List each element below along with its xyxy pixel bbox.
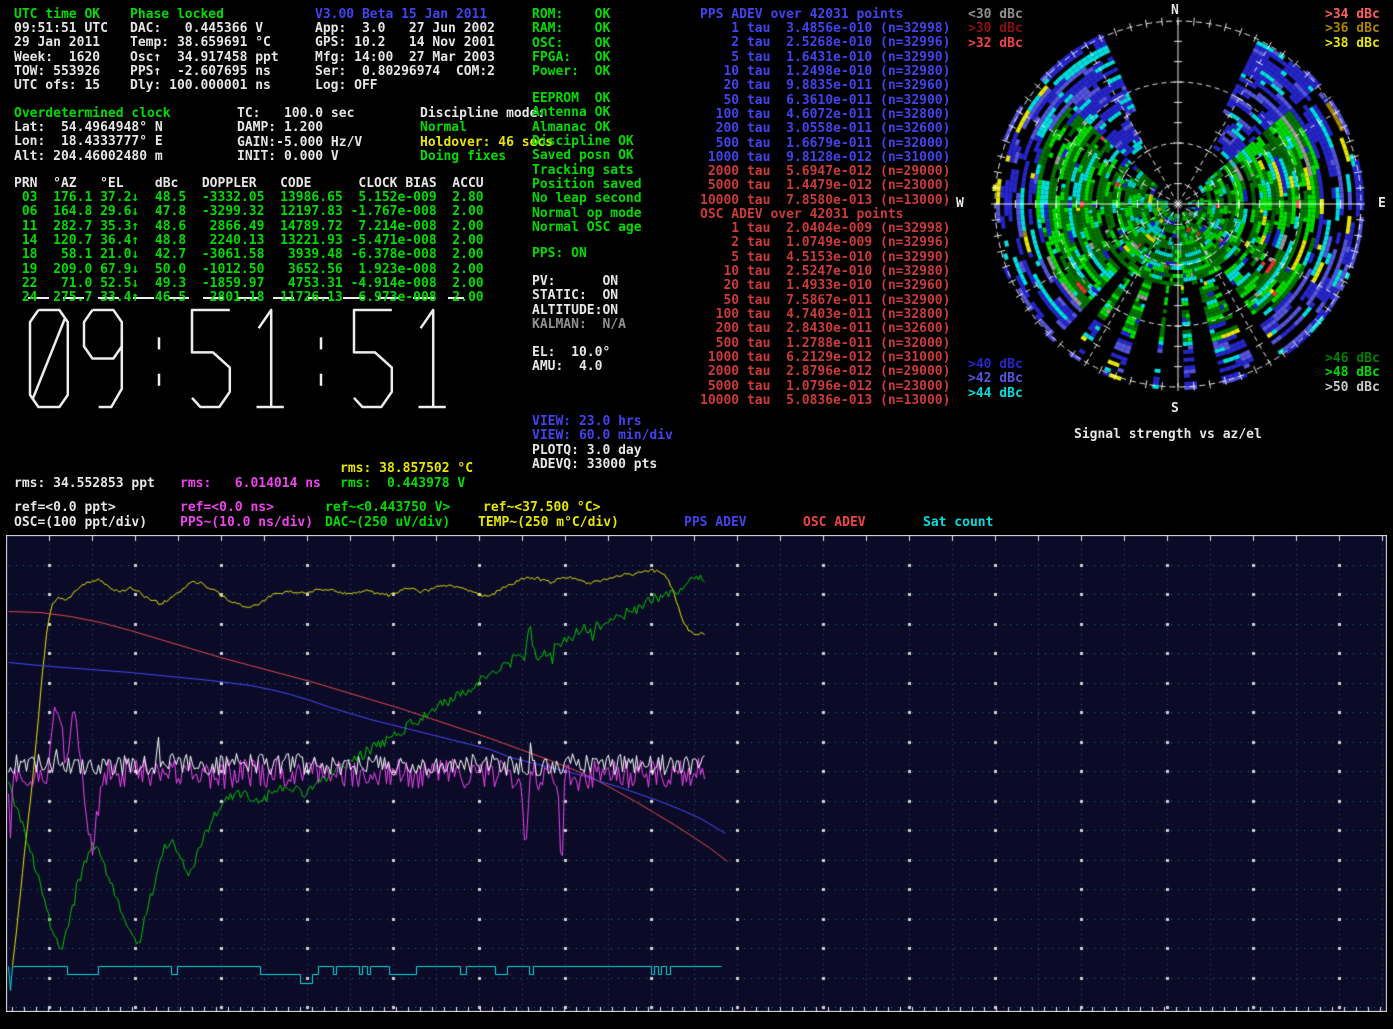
clock-digit-stroke	[354, 310, 392, 407]
pps-state: PPS: ON	[532, 247, 587, 261]
ref-dac: ref~<0.443750 V>	[325, 501, 450, 515]
strip-chart	[6, 535, 1387, 1012]
self-test-status: ROM: OK RAM: OK OSC: OK FPGA: OK Power: …	[532, 8, 610, 80]
clock-digit-stroke	[421, 310, 434, 407]
sat-table-rows: 03 176.1 37.2↓ 48.5 -3332.05 13986.65 5.…	[14, 191, 484, 306]
compass-north: N	[1171, 4, 1179, 18]
discipline-mode-value: Normal	[420, 121, 467, 135]
dbc-legend-gt42: >42 dBc	[968, 372, 1023, 386]
compass-west: W	[956, 197, 964, 211]
rms-osc: rms: 34.552853 ppt	[14, 477, 155, 491]
rms-dac: rms: 0.443978 V	[340, 477, 465, 491]
position-info: Lat: 54.4964948° N Lon: 18.4333777° E Al…	[14, 121, 163, 164]
utc-info: 09:51:51 UTC 29 Jan 2011 Week: 1620 TOW:…	[14, 22, 108, 94]
scale-temp: TEMP~(250 m°C/div)	[478, 516, 619, 530]
compass-south: S	[1171, 402, 1179, 416]
scale-dac: DAC~(250 uV/div)	[325, 516, 450, 530]
rms-pps: rms: 6.014014 ns	[180, 477, 321, 491]
ref-temp: ref~<37.500 °C>	[483, 501, 600, 515]
phase-info: DAC: 0.445366 V Temp: 38.659691 °C Osc↑ …	[130, 22, 279, 94]
dbc-legend-gt38: >38 dBc	[1325, 37, 1380, 51]
pps-adev-rows-long-tau: 2000 tau 5.6947e-012 (n=29000) 5000 tau …	[700, 165, 950, 208]
clock-digit-stroke	[259, 310, 272, 407]
kalman-state: KALMAN: N/A	[532, 318, 626, 332]
rms-temp: rms: 38.857502 °C	[340, 462, 473, 476]
clock-digit-stroke	[33, 319, 65, 399]
legend-pps-adev: PPS ADEV	[684, 516, 747, 530]
dbc-legend-gt44: >44 dBc	[968, 387, 1023, 401]
lady-heather-monitor-screen: UTC time OK09:51:51 UTC 29 Jan 2011 Week…	[0, 0, 1393, 1029]
digital-clock	[24, 294, 472, 414]
ref-pps: ref=<0.0 ns>	[180, 501, 274, 515]
ref-osc: ref=<0.0 ppt>	[14, 501, 116, 515]
version-info: App: 3.0 27 Jun 2002 GPS: 10.2 14 Nov 20…	[315, 22, 495, 94]
dbc-legend-gt36: >36 dBc	[1325, 22, 1380, 36]
el-amu-masks: EL: 10.0° AMU: 4.0	[532, 346, 610, 375]
polar-caption: Signal strength vs az/el	[1074, 428, 1262, 442]
filter-states: PV: ON STATIC: ON ALTITUDE:ON	[532, 275, 618, 318]
legend-osc-adev: OSC ADEV	[803, 516, 866, 530]
clock-digit-stroke	[99, 328, 122, 407]
scale-osc: OSC=(100 ppt/div)	[14, 516, 147, 530]
dbc-legend-gt32: >32 dBc	[968, 37, 1023, 51]
clock-digit-stroke	[192, 310, 230, 407]
clock-digit-stroke	[84, 310, 122, 359]
loop-params: TC: 100.0 sec DAMP: 1.200 GAIN:-5.000 Hz…	[237, 107, 362, 164]
queue-settings: PLOTQ: 3.0 day ADEVQ: 33000 pts	[532, 444, 657, 473]
dbc-legend-gt50: >50 dBc	[1325, 381, 1380, 395]
dbc-legend-gt30: >30 dBc	[968, 22, 1023, 36]
view-settings: VIEW: 23.0 hrs VIEW: 60.0 min/div	[532, 415, 673, 444]
legend-sat-count: Sat count	[923, 516, 993, 530]
compass-east: E	[1378, 197, 1386, 211]
receiver-status: EEPROM OK Antenna OK Almanac OK Discipli…	[532, 92, 642, 235]
pps-adev-rows: 1 tau 3.4856e-010 (n=32998) 2 tau 2.5268…	[700, 22, 950, 165]
scale-pps: PPS~(10.0 ns/div)	[180, 516, 313, 530]
doing-fixes-status: Doing fixes	[420, 150, 506, 164]
dbc-legend-gt48: >48 dBc	[1325, 366, 1380, 380]
osc-adev-rows: 1 tau 2.0404e-009 (n=32998) 2 tau 1.0749…	[700, 222, 950, 408]
